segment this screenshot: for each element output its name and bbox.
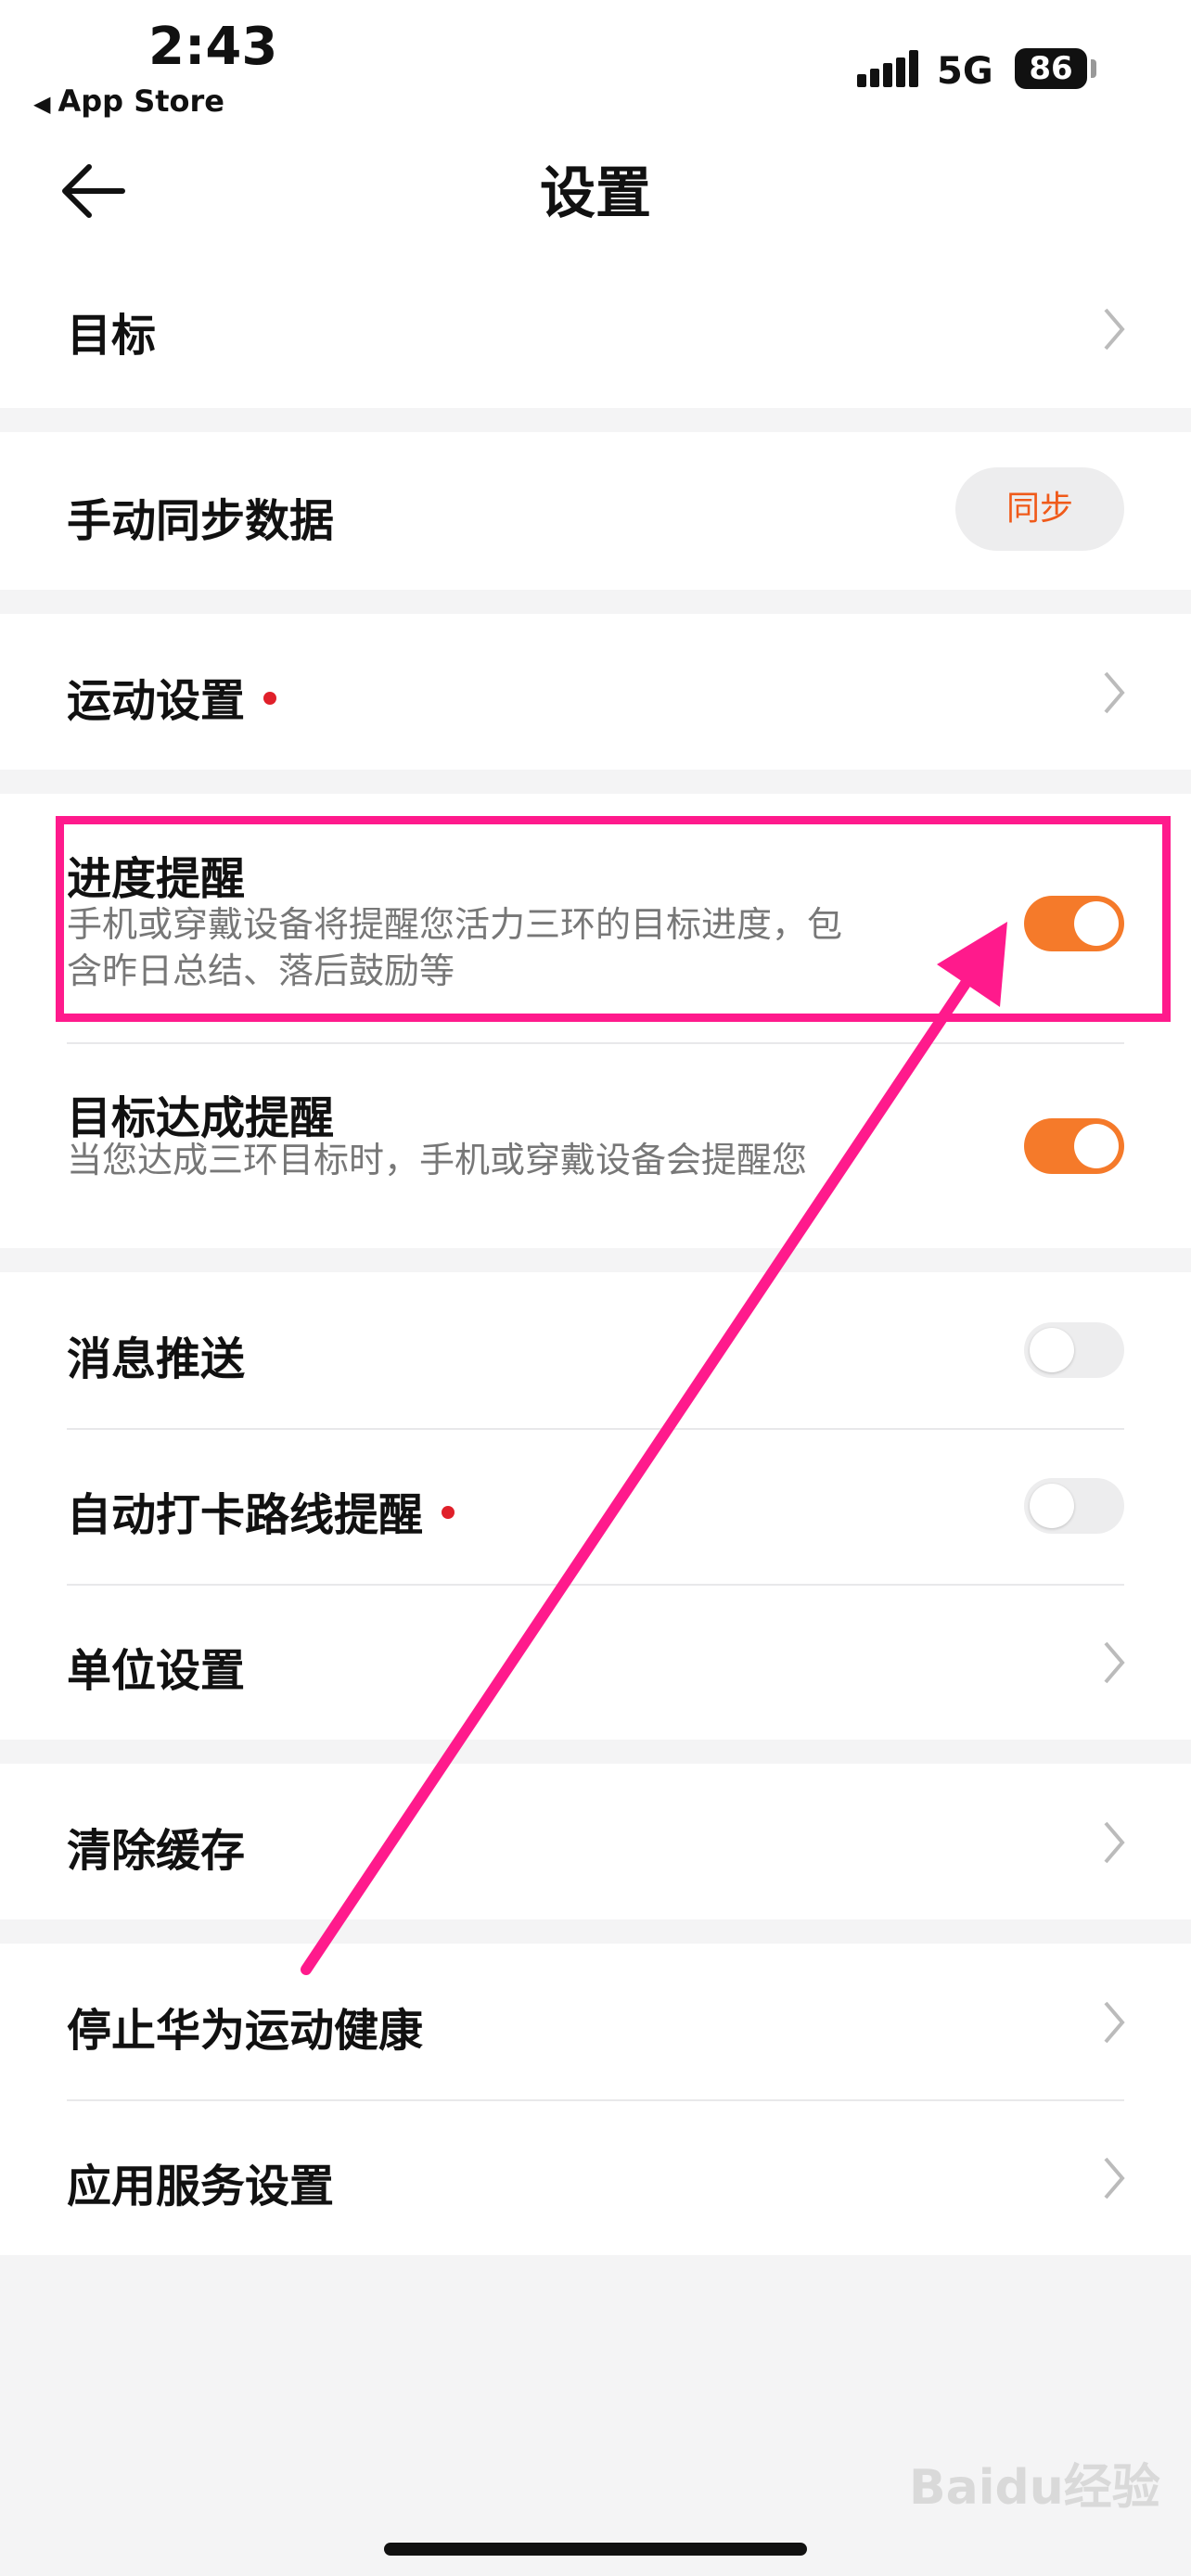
toggle-knob xyxy=(1030,1484,1074,1528)
units-row[interactable]: 单位设置 xyxy=(0,1586,1191,1740)
chevron-right-icon xyxy=(1104,308,1125,351)
chevron-right-icon xyxy=(1104,671,1125,714)
back-to-app-link[interactable]: ◀ App Store xyxy=(33,83,224,119)
status-time: 2:43 xyxy=(148,17,278,77)
sync-button[interactable]: 同步 xyxy=(955,467,1124,551)
goal-label: 目标 xyxy=(67,310,157,362)
clear-cache-label: 清除缓存 xyxy=(67,1825,246,1877)
manual-sync-card: 手动同步数据 同步 xyxy=(0,432,1191,590)
manual-sync-label: 手动同步数据 xyxy=(67,495,335,547)
auto-checkin-label: 自动打卡路线提醒 xyxy=(67,1489,424,1541)
exercise-settings-card: 运动设置 xyxy=(0,614,1191,770)
manual-sync-row: 手动同步数据 同步 xyxy=(0,432,1191,590)
back-triangle-icon: ◀ xyxy=(33,91,51,117)
nav-bar: 设置 xyxy=(0,130,1191,250)
new-badge-dot xyxy=(263,692,277,705)
cache-card: 清除缓存 xyxy=(0,1764,1191,1919)
back-app-label: App Store xyxy=(58,83,224,119)
notifications-card: 消息推送 自动打卡路线提醒 单位设置 xyxy=(0,1272,1191,1740)
annotation-highlight-box xyxy=(56,816,1171,1022)
new-badge-dot xyxy=(442,1506,455,1519)
page-title: 设置 xyxy=(540,161,651,226)
stop-service-label: 停止华为运动健康 xyxy=(67,2005,424,2057)
push-toggle[interactable] xyxy=(1024,1322,1124,1378)
push-row: 消息推送 xyxy=(0,1272,1191,1428)
exercise-settings-row[interactable]: 运动设置 xyxy=(0,614,1191,770)
service-card: 停止华为运动健康 应用服务设置 xyxy=(0,1944,1191,2255)
goal-reminder-row: 目标达成提醒 当您达成三环目标时，手机或穿戴设备会提醒您 xyxy=(0,1044,1191,1248)
units-label: 单位设置 xyxy=(67,1645,246,1697)
network-type: 5G xyxy=(937,50,993,93)
stop-service-row[interactable]: 停止华为运动健康 xyxy=(0,1944,1191,2099)
auto-checkin-row: 自动打卡路线提醒 xyxy=(0,1430,1191,1584)
watermark: Baidu经验 xyxy=(909,2460,1160,2516)
goal-reminder-toggle[interactable] xyxy=(1024,1118,1124,1174)
battery-icon: 86 xyxy=(1015,48,1087,89)
chevron-right-icon xyxy=(1104,2157,1125,2200)
goal-row[interactable]: 目标 xyxy=(0,250,1191,408)
toggle-knob xyxy=(1074,1124,1119,1168)
home-indicator[interactable] xyxy=(384,2543,807,2556)
battery-level: 86 xyxy=(1029,50,1073,87)
exercise-settings-label: 运动设置 xyxy=(67,675,246,727)
clear-cache-row[interactable]: 清除缓存 xyxy=(0,1764,1191,1919)
cellular-signal-icon xyxy=(857,50,918,87)
chevron-right-icon xyxy=(1104,1821,1125,1864)
toggle-knob xyxy=(1030,1328,1074,1372)
chevron-right-icon xyxy=(1104,1641,1125,1684)
status-bar: 2:43 ◀ App Store 5G 86 xyxy=(0,0,1191,130)
app-service-label: 应用服务设置 xyxy=(67,2161,335,2213)
auto-checkin-toggle[interactable] xyxy=(1024,1478,1124,1534)
push-label: 消息推送 xyxy=(67,1333,246,1385)
battery-nub xyxy=(1091,59,1096,78)
chevron-right-icon xyxy=(1104,2001,1125,2044)
app-service-row[interactable]: 应用服务设置 xyxy=(0,2101,1191,2255)
goal-reminder-desc: 当您达成三环目标时，手机或穿戴设备会提醒您 xyxy=(67,1140,808,1180)
goal-card: 目标 xyxy=(0,250,1191,408)
